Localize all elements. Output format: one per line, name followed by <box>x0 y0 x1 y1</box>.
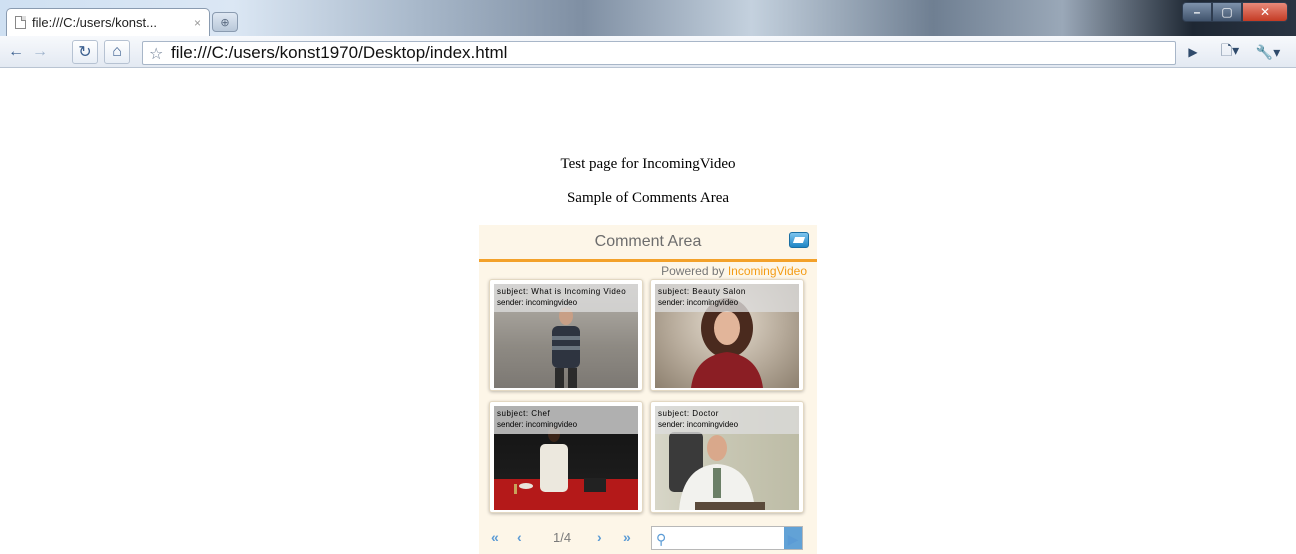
video-caption: subject: What is Incoming Video sender: … <box>494 284 638 312</box>
back-arrow-icon: ← <box>8 43 24 60</box>
play-icon: ▶ <box>1188 45 1198 59</box>
video-subject: subject: Chef <box>497 409 551 418</box>
video-thumbnail[interactable]: subject: Doctor sender: incomingvideo <box>650 401 804 513</box>
video-subject: subject: Doctor <box>658 409 719 418</box>
video-frame: subject: What is Incoming Video sender: … <box>494 284 638 388</box>
play-icon: ▶ <box>787 531 799 547</box>
search-submit-button[interactable]: ▶ <box>784 527 802 549</box>
page-indicator: 1/4 <box>553 530 572 545</box>
maximize-button[interactable]: ▢ <box>1212 2 1242 22</box>
page-menu-icon: 🗋▾ <box>1220 42 1240 58</box>
close-icon: ✕ <box>1259 5 1271 19</box>
tab-close-icon[interactable]: × <box>194 16 201 30</box>
page-menu-button[interactable]: 🗋▾ <box>1214 40 1246 64</box>
bookmark-star-icon[interactable]: ☆ <box>149 44 163 64</box>
home-button[interactable]: ⌂ <box>104 40 130 64</box>
address-bar[interactable]: ☆ file:///C:/users/konst1970/Desktop/ind… <box>142 41 1176 65</box>
minimize-button[interactable]: – <box>1182 2 1212 22</box>
home-icon: ⌂ <box>112 43 122 60</box>
forward-button[interactable]: → <box>30 40 50 64</box>
video-thumbnail[interactable]: subject: What is Incoming Video sender: … <box>489 279 643 391</box>
video-frame: subject: Chef sender: incomingvideo <box>494 406 638 510</box>
plus-icon: ⊕ <box>220 16 230 29</box>
forward-arrow-icon: → <box>32 43 48 60</box>
video-caption: subject: Beauty Salon sender: incomingvi… <box>655 284 799 312</box>
tab-title: file:///C:/users/konst... <box>32 15 157 30</box>
brand-link[interactable]: IncomingVideo <box>728 264 807 278</box>
video-caption: subject: Doctor sender: incomingvideo <box>655 406 799 434</box>
page-action-button[interactable]: ▶ <box>1184 40 1202 64</box>
reload-button[interactable]: ↻ <box>72 40 98 64</box>
video-sender: sender: incomingvideo <box>497 298 578 307</box>
prev-page-button[interactable]: ‹ <box>517 529 522 545</box>
widget-title: Comment Area <box>594 233 702 250</box>
video-thumbnail[interactable]: subject: Chef sender: incomingvideo <box>489 401 643 513</box>
page-subheading: Sample of Comments Area <box>566 190 730 206</box>
video-subject: subject: What is Incoming Video <box>497 287 627 296</box>
browser-toolbar: ← → ↻ ⌂ ☆ file:///C:/users/konst1970/Des… <box>0 36 1296 68</box>
close-window-button[interactable]: ✕ <box>1242 2 1288 22</box>
video-frame: subject: Doctor sender: incomingvideo <box>655 406 799 510</box>
first-page-button[interactable]: « <box>491 529 499 545</box>
maximize-icon: ▢ <box>1221 5 1233 19</box>
minimize-icon: – <box>1193 5 1201 19</box>
last-page-button[interactable]: » <box>623 529 631 545</box>
address-text: file:///C:/users/konst1970/Desktop/index… <box>171 43 508 62</box>
video-thumbnail[interactable]: subject: Beauty Salon sender: incomingvi… <box>650 279 804 391</box>
compose-message-icon[interactable] <box>789 232 809 248</box>
window-controls: – ▢ ✕ <box>1182 2 1288 22</box>
video-frame: subject: Beauty Salon sender: incomingvi… <box>655 284 799 388</box>
settings-menu-button[interactable]: 🔧▾ <box>1252 40 1284 64</box>
new-tab-button[interactable]: ⊕ <box>212 12 238 32</box>
back-button[interactable]: ← <box>6 40 26 64</box>
search-input[interactable]: ⚲ ▶ <box>651 526 803 550</box>
next-page-button[interactable]: › <box>597 529 602 545</box>
comment-area-widget: Comment Area Powered by IncomingVideo su… <box>479 225 817 554</box>
pager: « ‹ 1/4 › » ⚲ ▶ <box>479 525 817 551</box>
powered-by: Powered by IncomingVideo <box>661 264 807 278</box>
browser-tab[interactable]: file:///C:/users/konst... × <box>6 8 210 36</box>
powered-by-label: Powered by <box>661 264 728 278</box>
video-sender: sender: incomingvideo <box>658 298 739 307</box>
page-icon <box>15 16 26 29</box>
search-icon: ⚲ <box>656 531 667 547</box>
video-sender: sender: incomingvideo <box>497 420 578 429</box>
video-caption: subject: Chef sender: incomingvideo <box>494 406 638 434</box>
wrench-icon: 🔧▾ <box>1255 43 1281 60</box>
widget-header: Comment Area <box>479 225 817 262</box>
video-sender: sender: incomingvideo <box>658 420 739 429</box>
page-heading: Test page for IncomingVideo <box>560 156 736 172</box>
reload-icon: ↻ <box>78 44 92 61</box>
window-titlebar: file:///C:/users/konst... × ⊕ – ▢ ✕ <box>0 0 1296 36</box>
video-subject: subject: Beauty Salon <box>658 287 746 296</box>
